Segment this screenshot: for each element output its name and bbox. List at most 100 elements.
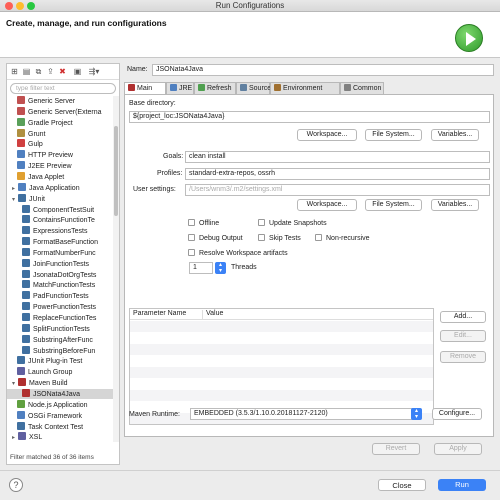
new-prototype-icon[interactable]: ▤: [22, 67, 31, 76]
add-parameter-button[interactable]: Add...: [440, 311, 486, 323]
resolve-workspace-checkbox[interactable]: Resolve Workspace artifacts: [188, 249, 288, 257]
name-field[interactable]: JSONata4Java: [152, 64, 494, 76]
edit-parameter-button[interactable]: Edit...: [440, 330, 486, 342]
table-row[interactable]: [130, 333, 433, 344]
tree-item-label: ReplaceFunctionTes: [33, 315, 97, 322]
tree-item[interactable]: Grunt: [7, 128, 113, 139]
apply-button[interactable]: Apply: [434, 443, 482, 455]
column-header-parameter-name[interactable]: Parameter Name: [133, 310, 186, 317]
tree-item[interactable]: MatchFunctionTests: [7, 280, 113, 290]
table-row[interactable]: [130, 379, 433, 390]
dialog-heading: Create, manage, and run configurations: [6, 18, 167, 28]
tree-item[interactable]: ReplaceFunctionTes: [7, 313, 113, 323]
update-snapshots-checkbox[interactable]: Update Snapshots: [258, 219, 327, 227]
table-row[interactable]: [130, 344, 433, 355]
tree-item[interactable]: ▸ Java Application: [7, 182, 113, 193]
revert-button[interactable]: Revert: [372, 443, 420, 455]
tree-item[interactable]: Gulp: [7, 139, 113, 149]
duplicate-icon[interactable]: ⧉: [34, 67, 43, 76]
launch-type-icon: [22, 323, 30, 332]
tree-item-label: JUnit: [29, 195, 45, 203]
tree-item[interactable]: ▾ Maven Build: [7, 378, 113, 388]
tab-source[interactable]: Source: [236, 82, 271, 94]
threads-stepper-icon[interactable]: ▴ ▾: [215, 262, 226, 274]
table-row[interactable]: [130, 321, 433, 332]
configure-button[interactable]: Configure...: [432, 408, 482, 420]
tree-item[interactable]: ▾ JUnit: [7, 193, 113, 204]
offline-checkbox[interactable]: Offline: [188, 219, 219, 227]
tree-item[interactable]: Node.js Application: [7, 399, 113, 410]
base-variables-button[interactable]: Variables...: [431, 129, 479, 141]
tree-item[interactable]: JsonataDotOrgTests: [7, 269, 113, 280]
tab-label: Main: [137, 85, 153, 92]
tab-jre[interactable]: JRE: [166, 82, 194, 94]
column-divider: [202, 310, 203, 319]
delete-icon[interactable]: ✖: [58, 67, 67, 76]
tab-common[interactable]: Common: [340, 82, 384, 94]
column-header-value[interactable]: Value: [206, 310, 223, 317]
tree-item[interactable]: Launch Group: [7, 367, 113, 377]
settings-filesystem-button[interactable]: File System...: [365, 199, 422, 211]
new-configuration-icon[interactable]: ⊞: [10, 67, 19, 76]
checkbox-box[interactable]: [258, 234, 265, 241]
tree-item[interactable]: ComponentTestSuit: [7, 204, 113, 215]
tree-item[interactable]: J2EE Preview: [7, 161, 113, 171]
runtime-dropdown-icon[interactable]: ▴ ▾: [411, 408, 422, 420]
filter-icon[interactable]: ⇶▾: [87, 67, 101, 76]
tree-item[interactable]: JSONata4Java: [7, 388, 113, 399]
tree-item[interactable]: Generic Server: [7, 96, 113, 106]
tree-item[interactable]: FormatBaseFunction: [7, 237, 113, 247]
tree-item[interactable]: JoinFunctionTests: [7, 258, 113, 269]
checkbox-box[interactable]: [315, 234, 322, 241]
checkbox-box[interactable]: [188, 249, 195, 256]
tree-item[interactable]: HTTP Preview: [7, 150, 113, 160]
settings-variables-button[interactable]: Variables...: [431, 199, 479, 211]
tree-item[interactable]: PadFunctionTests: [7, 291, 113, 301]
tree-item[interactable]: SubstringAfterFunc: [7, 334, 113, 345]
goals-field[interactable]: clean install: [185, 151, 490, 163]
run-button[interactable]: Run: [438, 479, 486, 491]
collapse-all-icon[interactable]: ▣: [73, 67, 82, 76]
tree-item[interactable]: Generic Server(Externa: [7, 106, 113, 117]
tab-environment[interactable]: Environment: [270, 82, 340, 94]
tab-refresh[interactable]: Refresh: [194, 82, 236, 94]
export-icon[interactable]: ⇪: [46, 67, 55, 76]
non-recursive-checkbox[interactable]: Non-recursive: [315, 234, 370, 242]
remove-parameter-button[interactable]: Remove: [440, 351, 486, 363]
table-row[interactable]: [130, 390, 433, 401]
settings-workspace-button[interactable]: Workspace...: [297, 199, 357, 211]
close-button[interactable]: Close: [378, 479, 426, 491]
tree-item[interactable]: SplitFunctionTests: [7, 323, 113, 334]
threads-field[interactable]: 1: [189, 262, 213, 274]
tree-item[interactable]: OSGi Framework: [7, 410, 113, 421]
maven-runtime-select[interactable]: EMBEDDED (3.5.3/1.10.0.20181127-2120): [190, 408, 417, 420]
checkbox-box[interactable]: [188, 219, 195, 226]
tree-scrollbar[interactable]: [113, 96, 119, 442]
tree-item[interactable]: JUnit Plug-in Test: [7, 356, 113, 366]
user-settings-field[interactable]: /Users/wnm3/.m2/settings.xml: [185, 184, 490, 196]
help-icon[interactable]: ?: [9, 478, 23, 492]
tree-item-label: FormatNumberFunc: [33, 249, 96, 257]
base-filesystem-button[interactable]: File System...: [365, 129, 422, 141]
debug-output-checkbox[interactable]: Debug Output: [188, 234, 243, 242]
tree-item[interactable]: FormatNumberFunc: [7, 247, 113, 258]
scrollbar-thumb[interactable]: [114, 126, 118, 216]
tree-item[interactable]: Java Applet: [7, 171, 113, 182]
table-row[interactable]: [130, 356, 433, 367]
tree-item[interactable]: PowerFunctionTests: [7, 302, 113, 312]
checkbox-box[interactable]: [258, 219, 265, 226]
tree-item[interactable]: Gradle Project: [7, 117, 113, 128]
table-row[interactable]: [130, 367, 433, 378]
profiles-field[interactable]: standard-extra-repos, ossrh: [185, 168, 490, 180]
skip-tests-checkbox[interactable]: Skip Tests: [258, 234, 301, 242]
tree-item[interactable]: ContainsFunctionTe: [7, 215, 113, 225]
tree-item[interactable]: ExpressionsTests: [7, 226, 113, 236]
base-workspace-button[interactable]: Workspace...: [297, 129, 357, 141]
launch-type-icon: [22, 291, 30, 300]
base-directory-field[interactable]: ${project_loc:JSONata4Java}: [129, 111, 490, 123]
tree-item[interactable]: Task Context Test: [7, 421, 113, 432]
tree-item[interactable]: SubstringBeforeFun: [7, 345, 113, 356]
tree-item[interactable]: ▸ XSL: [7, 432, 113, 442]
checkbox-box[interactable]: [188, 234, 195, 241]
filter-input[interactable]: type filter text: [10, 83, 116, 94]
